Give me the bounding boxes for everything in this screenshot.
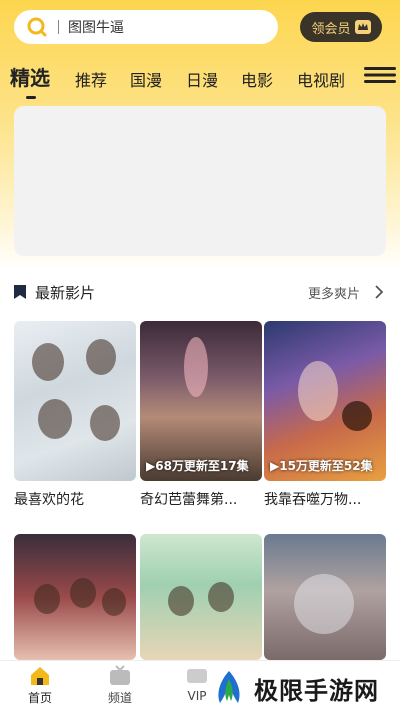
- nav-home-label: 首页: [27, 691, 52, 705]
- movie-card[interactable]: ▶68万更新至17集 奇幻芭蕾舞第...: [140, 321, 262, 509]
- search-bar[interactable]: 图图牛逼: [14, 10, 278, 44]
- watermark: 极限手游网: [210, 668, 396, 708]
- nav-channels-label: 频道: [107, 691, 132, 705]
- search-input[interactable]: 图图牛逼: [68, 17, 124, 37]
- tab-chinese-anime[interactable]: 国漫: [130, 67, 162, 91]
- tab-recommended[interactable]: 推荐: [75, 67, 107, 91]
- bookmark-icon: [14, 285, 26, 299]
- tab-tv-series[interactable]: 电视剧: [297, 67, 345, 91]
- category-tabs: 精选 推荐 国漫 日漫 电影 电视剧: [0, 62, 400, 96]
- movie-card[interactable]: [140, 534, 262, 660]
- watermark-text: 极限手游网: [254, 676, 379, 705]
- menu-icon[interactable]: [364, 66, 396, 84]
- movie-card[interactable]: ▶15万更新至52集 我靠吞噬万物...: [264, 321, 386, 509]
- watermark-logo-icon: [218, 671, 240, 703]
- movie-title[interactable]: 奇幻芭蕾舞第...: [140, 489, 262, 509]
- update-badge: ▶68万更新至17集: [146, 459, 249, 473]
- search-icon: [27, 17, 47, 37]
- movie-card[interactable]: [264, 534, 386, 660]
- crown-icon: [354, 20, 371, 34]
- section-title: 最新影片: [35, 284, 96, 302]
- latest-movies-header: 最新影片 更多爽片: [14, 282, 386, 304]
- more-movies-link[interactable]: 更多爽片: [308, 283, 360, 302]
- movie-poster[interactable]: ▶68万更新至17集: [140, 321, 262, 481]
- chevron-right-icon[interactable]: [374, 284, 384, 300]
- update-badge: ▶15万更新至52集: [270, 459, 373, 473]
- movie-poster[interactable]: ▶15万更新至52集: [264, 321, 386, 481]
- nav-channels[interactable]: 频道: [95, 665, 145, 706]
- tab-movies[interactable]: 电影: [241, 67, 273, 91]
- tab-featured[interactable]: 精选: [10, 62, 50, 91]
- movie-title[interactable]: 我靠吞噬万物...: [264, 489, 386, 509]
- movie-card[interactable]: [14, 534, 136, 660]
- home-icon: [31, 667, 49, 685]
- active-tab-indicator: [26, 96, 36, 99]
- search-divider: [58, 20, 59, 34]
- tv-icon: [110, 665, 130, 685]
- movie-title[interactable]: 最喜欢的花: [14, 489, 136, 509]
- vip-button-label: 领会员: [311, 21, 351, 37]
- movie-poster[interactable]: [264, 534, 386, 660]
- movie-poster[interactable]: [140, 534, 262, 660]
- banner-carousel[interactable]: [14, 106, 386, 256]
- vip-button[interactable]: 领会员: [300, 12, 382, 42]
- nav-home[interactable]: 首页: [15, 665, 65, 706]
- vip-icon: [187, 669, 207, 683]
- movie-poster[interactable]: [14, 321, 136, 481]
- tab-japanese-anime[interactable]: 日漫: [186, 67, 218, 91]
- movie-poster[interactable]: [14, 534, 136, 660]
- movie-card[interactable]: 最喜欢的花: [14, 321, 136, 509]
